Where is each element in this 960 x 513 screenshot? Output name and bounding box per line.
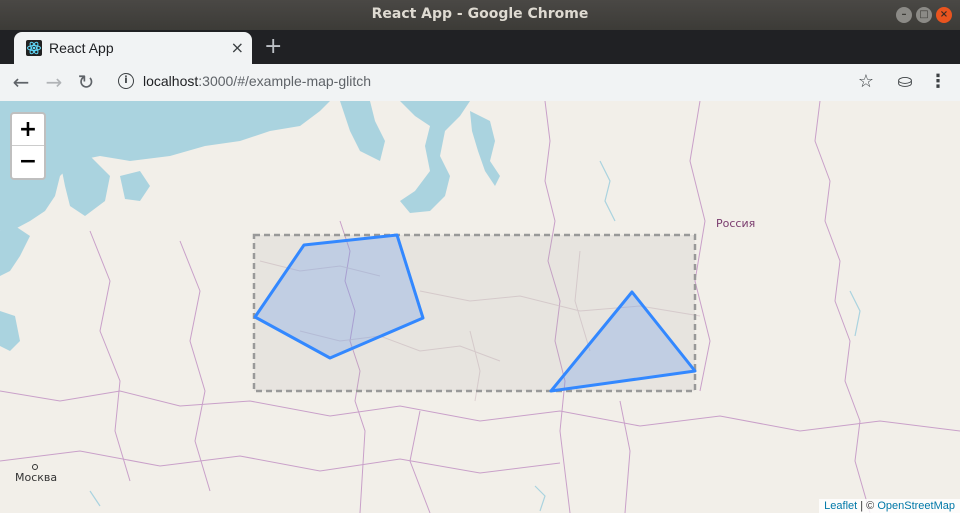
kandalaksha-water (0, 226, 30, 276)
white-sea-water (0, 101, 330, 231)
attribution-separator: | © (857, 500, 878, 512)
leaflet-link[interactable]: Leaflet (824, 500, 857, 512)
lake-water-1 (0, 311, 20, 351)
menu-kebab-icon[interactable]: ⋮ (926, 70, 950, 94)
back-arrow-icon[interactable]: ← (9, 70, 33, 94)
tab-react-app[interactable]: React App × (14, 32, 252, 64)
tab-close-icon[interactable]: × (231, 38, 244, 57)
window-title: React App - Google Chrome (371, 6, 589, 22)
taz-bay-water (400, 101, 470, 213)
map-tiles (0, 101, 960, 513)
tab-label: React App (49, 40, 114, 56)
new-tab-button[interactable]: + (264, 34, 282, 59)
leaflet-map[interactable]: + − Россия Москва Leaflet | © OpenStreet… (0, 101, 960, 513)
react-logo-icon (26, 40, 42, 56)
maximize-button[interactable]: □ (916, 7, 932, 23)
reload-icon[interactable]: ↻ (74, 70, 98, 94)
city-marker-icon (32, 464, 38, 470)
browser-toolbar: ← → ↻ i localhost:3000/#/example-map-gli… (0, 64, 960, 102)
zoom-in-button[interactable]: + (12, 114, 44, 146)
bookmark-star-icon[interactable]: ☆ (854, 70, 878, 94)
window-titlebar: React App - Google Chrome – □ × (0, 0, 960, 30)
url-path: :3000/#/example-map-glitch (198, 73, 372, 89)
incognito-icon[interactable]: ⛀ (893, 70, 917, 94)
yenisei-bay-water (470, 111, 500, 186)
forward-arrow-icon[interactable]: → (42, 70, 66, 94)
window-controls: – □ × (896, 7, 952, 23)
url-host: localhost (143, 73, 199, 89)
zoom-out-button[interactable]: − (12, 146, 44, 177)
onega-bay-water (60, 156, 110, 216)
address-bar[interactable]: i localhost:3000/#/example-map-glitch (110, 67, 890, 97)
tab-strip: React App × + (0, 30, 960, 64)
close-window-button[interactable]: × (936, 7, 952, 23)
city-label: Москва (15, 471, 58, 484)
zoom-control: + − (10, 112, 46, 180)
map-attribution: Leaflet | © OpenStreetMap (819, 499, 960, 513)
lake-water-2 (120, 171, 150, 201)
minimize-button[interactable]: – (896, 7, 912, 23)
country-label: Россия (716, 217, 756, 230)
gulf-ob-water (340, 101, 385, 161)
osm-link[interactable]: OpenStreetMap (877, 500, 955, 512)
site-info-icon[interactable]: i (118, 73, 134, 89)
url-text[interactable]: localhost:3000/#/example-map-glitch (143, 73, 371, 89)
